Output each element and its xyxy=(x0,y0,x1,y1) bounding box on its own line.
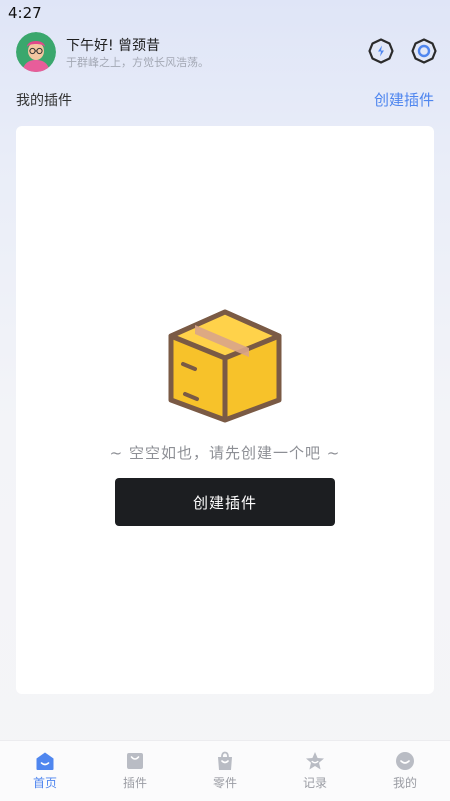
package-box-icon xyxy=(168,309,282,423)
plugin-bag-icon xyxy=(127,753,143,769)
flash-icon xyxy=(368,38,394,64)
flash-button[interactable] xyxy=(368,38,394,64)
tab-label: 记录 xyxy=(302,776,327,790)
create-plugin-button[interactable]: 创建插件 xyxy=(115,478,335,526)
tab-label: 零件 xyxy=(212,776,237,790)
tab-label: 首页 xyxy=(32,776,57,790)
tab-home[interactable]: 首页 xyxy=(0,741,90,801)
create-plugin-link[interactable]: 创建插件 xyxy=(374,89,434,110)
profile-smile-icon xyxy=(396,752,414,770)
greeting-subtitle: 于群峰之上，方觉长风浩荡。 xyxy=(66,56,209,69)
settings-button[interactable] xyxy=(411,38,437,64)
tab-records[interactable]: 记录 xyxy=(270,741,360,801)
settings-icon xyxy=(411,38,437,64)
avatar[interactable] xyxy=(16,32,56,72)
header: 下午好! 曾颈昔 于群峰之上，方觉长风浩荡。 xyxy=(0,28,450,78)
avatar-image-icon xyxy=(16,32,56,72)
tab-parts[interactable]: 零件 xyxy=(180,741,270,801)
tab-plugins[interactable]: 插件 xyxy=(90,741,180,801)
section-title: 我的插件 xyxy=(16,93,72,109)
star-record-icon xyxy=(306,752,324,770)
tab-label: 我的 xyxy=(392,776,417,790)
greeting-text: 下午好! 曾颈昔 xyxy=(66,38,161,54)
status-bar: 4:27 xyxy=(0,0,450,26)
tab-label: 插件 xyxy=(122,776,147,790)
plugin-list-card: ~ 空空如也，请先创建一个吧 ~ 创建插件 xyxy=(16,126,434,694)
tab-profile[interactable]: 我的 xyxy=(360,741,450,801)
bottom-tab-bar: 首页 插件 零件 记录 我的 xyxy=(0,740,450,801)
home-icon xyxy=(36,752,54,770)
parts-bag-icon xyxy=(218,751,232,770)
status-time: 4:27 xyxy=(8,4,42,22)
empty-state-message: ~ 空空如也，请先创建一个吧 ~ xyxy=(109,444,341,462)
